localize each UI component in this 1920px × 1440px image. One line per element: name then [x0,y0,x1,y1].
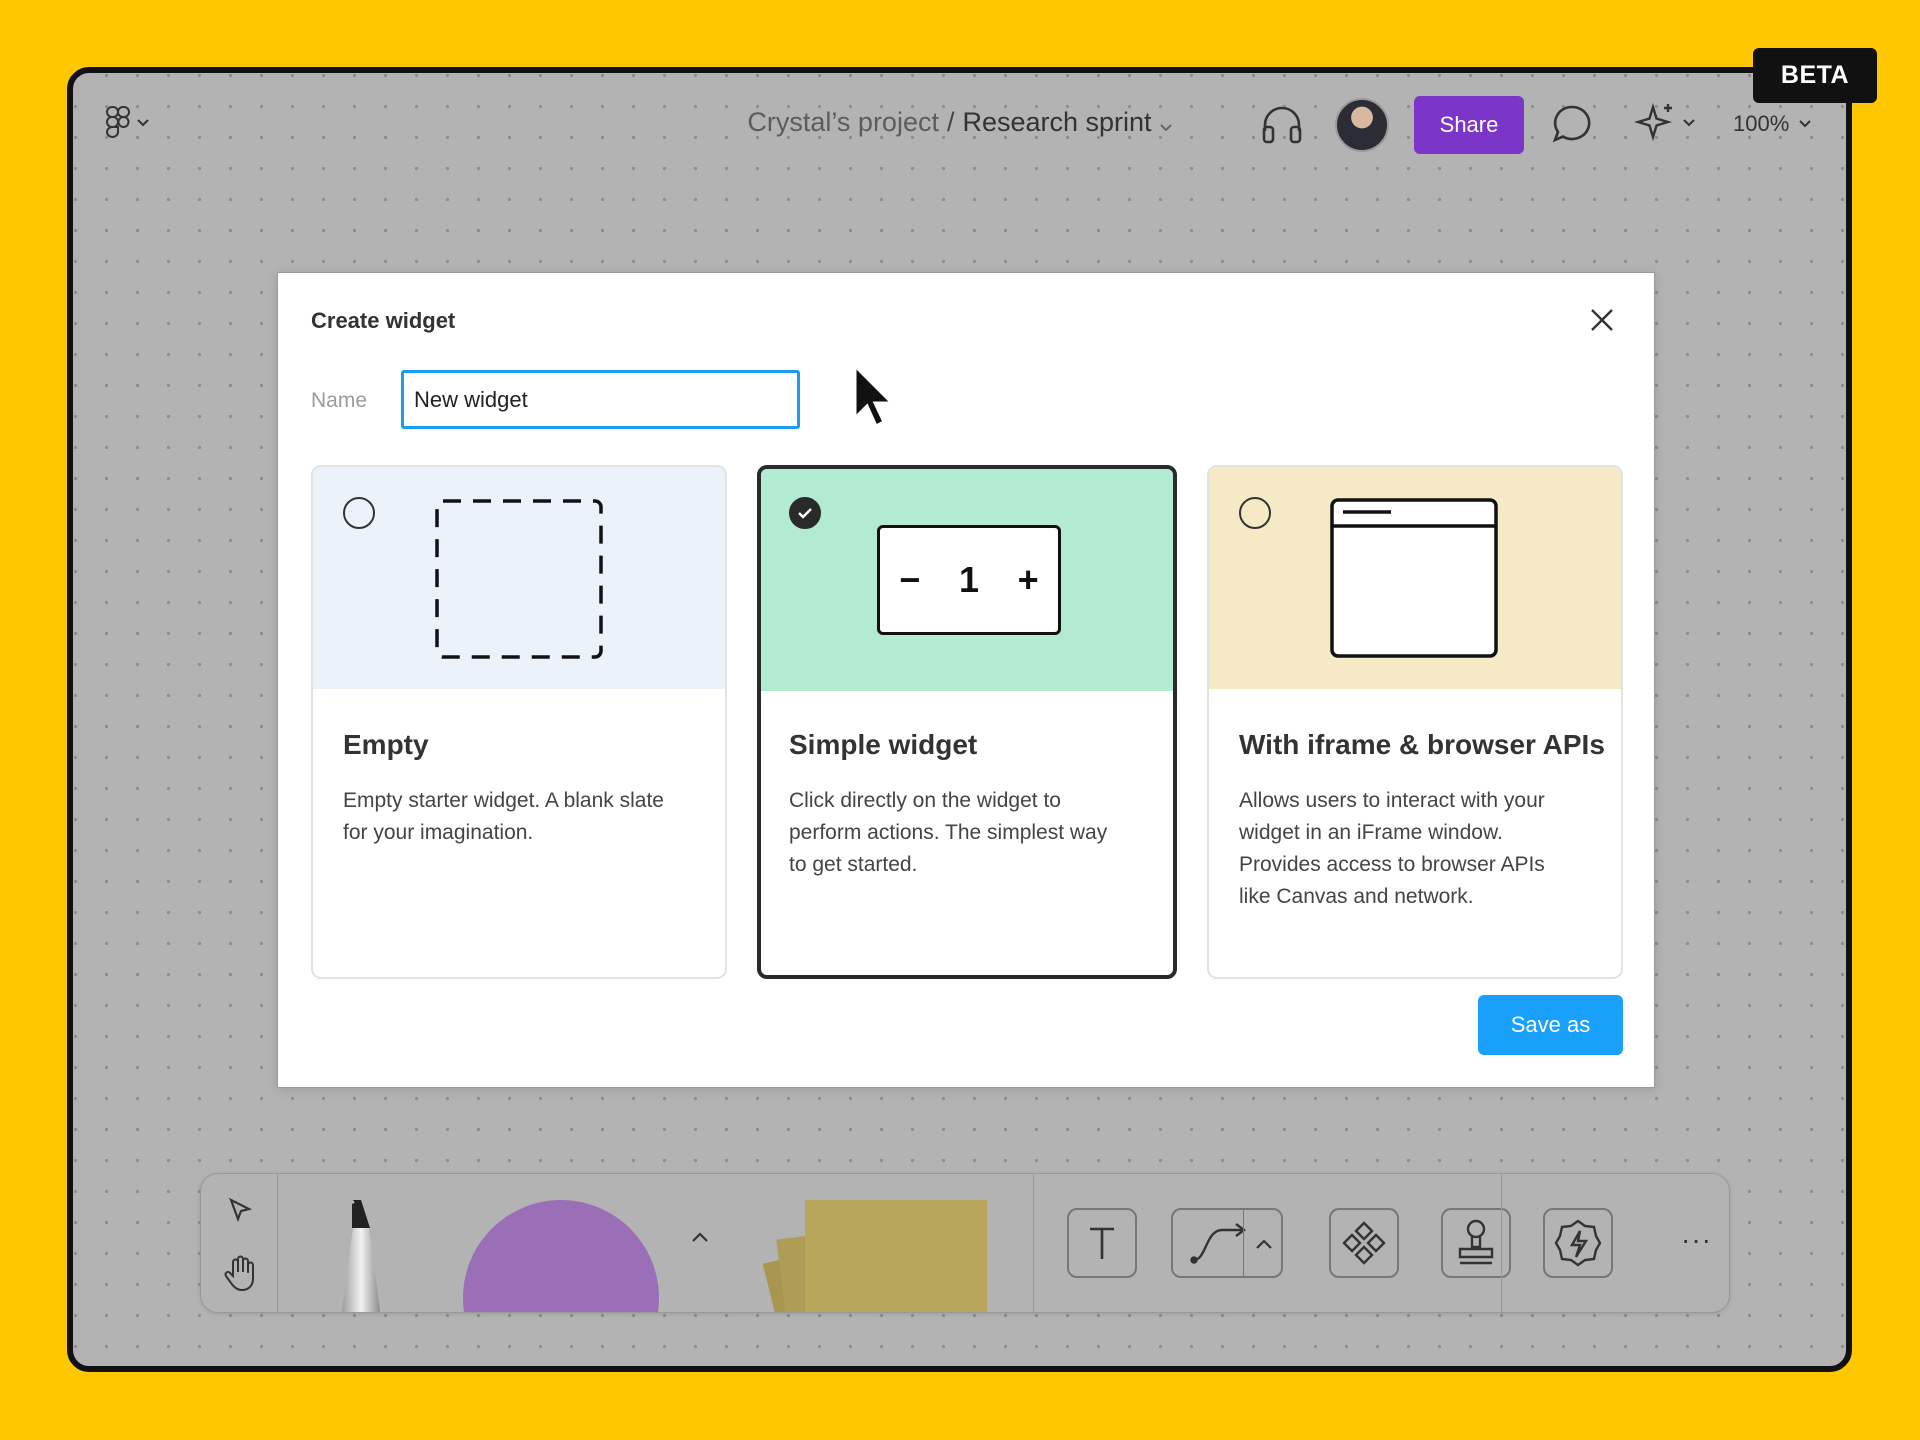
hand-icon [224,1255,254,1292]
zoom-control[interactable]: 100% [1733,111,1811,137]
bottom-toolbar: ··· [200,1173,1730,1313]
radio-button[interactable] [1239,497,1271,529]
shape-tool[interactable] [463,1200,663,1312]
option-card-empty[interactable]: Empty Empty starter widget. A blank slat… [311,465,727,979]
name-input[interactable] [401,370,800,429]
close-icon [1591,309,1613,331]
widget-tool[interactable] [1543,1208,1613,1278]
option-description: Allows users to interact with your widge… [1239,789,1545,908]
option-description: Click directly on the widget to perform … [789,789,1108,876]
widget-type-options: Empty Empty starter widget. A blank slat… [311,465,1623,979]
widget-lightning-icon [1554,1219,1602,1267]
component-tool[interactable] [1329,1208,1399,1278]
share-button[interactable]: Share [1414,96,1524,154]
option-preview: − 1 + [761,469,1173,691]
option-title: Simple widget [789,729,978,760]
chevron-down-icon [1799,120,1811,128]
breadcrumb-separator: / [946,107,955,137]
cursor-arrow-icon [229,1197,253,1223]
ai-assist-button[interactable] [1633,101,1695,145]
comment-icon[interactable] [1551,103,1593,150]
counter-preview: − 1 + [877,525,1061,635]
radio-button-checked[interactable] [789,497,821,529]
option-preview [313,467,725,689]
dialog-title: Create widget [311,308,456,333]
circle-shape-icon [463,1200,659,1312]
counter-value: 1 [958,559,979,600]
option-title: Empty [343,729,429,760]
radio-button[interactable] [343,497,375,529]
file-menu-chevron-icon[interactable] [1159,108,1172,139]
option-title: With iframe & browser APIs [1239,729,1605,760]
project-link[interactable]: Crystal’s project [747,107,939,137]
name-label: Name [311,389,368,412]
text-tool[interactable] [1067,1208,1137,1278]
create-widget-dialog: Create widget Name Empty Empty starter w… [277,272,1655,1088]
browser-window-icon [1330,498,1498,658]
zoom-level: 100% [1733,111,1790,136]
save-as-button[interactable]: Save as [1478,995,1623,1055]
option-card-simple-widget[interactable]: − 1 + Simple widget Click directly on th… [757,465,1177,979]
pencil-icon [341,1200,381,1312]
move-tool[interactable] [225,1196,255,1231]
dashed-square-icon [435,499,603,659]
connector-options-chevron-icon[interactable] [1255,1238,1273,1250]
file-name[interactable]: Research sprint [962,107,1151,137]
component-icon [1342,1221,1386,1265]
close-button[interactable] [1589,307,1615,338]
sparkle-icon [1633,102,1673,142]
sticky-note-tool[interactable] [761,1200,1021,1312]
avatar[interactable] [1335,98,1389,152]
headphones-icon[interactable] [1260,103,1304,150]
chevron-down-icon [1683,119,1695,127]
beta-badge: BETA [1753,48,1877,103]
mouse-pointer-icon [852,362,896,436]
connector-tool[interactable] [1171,1208,1283,1278]
option-description: Empty starter widget. A blank slate for … [343,789,664,844]
minus-icon: − [899,559,921,600]
pencil-tool[interactable] [321,1200,401,1312]
plus-icon: + [1017,559,1039,600]
option-card-iframe[interactable]: With iframe & browser APIs Allows users … [1207,465,1623,979]
stamp-icon [1458,1219,1494,1265]
shape-options-chevron-icon[interactable] [691,1230,709,1248]
checkmark-icon [798,508,812,519]
more-tools-button[interactable]: ··· [1681,1224,1712,1256]
top-bar: Crystal’s project / Research sprint Share … [73,73,1846,183]
hand-tool[interactable] [223,1254,259,1299]
text-icon [1090,1227,1114,1259]
option-preview [1209,467,1621,689]
